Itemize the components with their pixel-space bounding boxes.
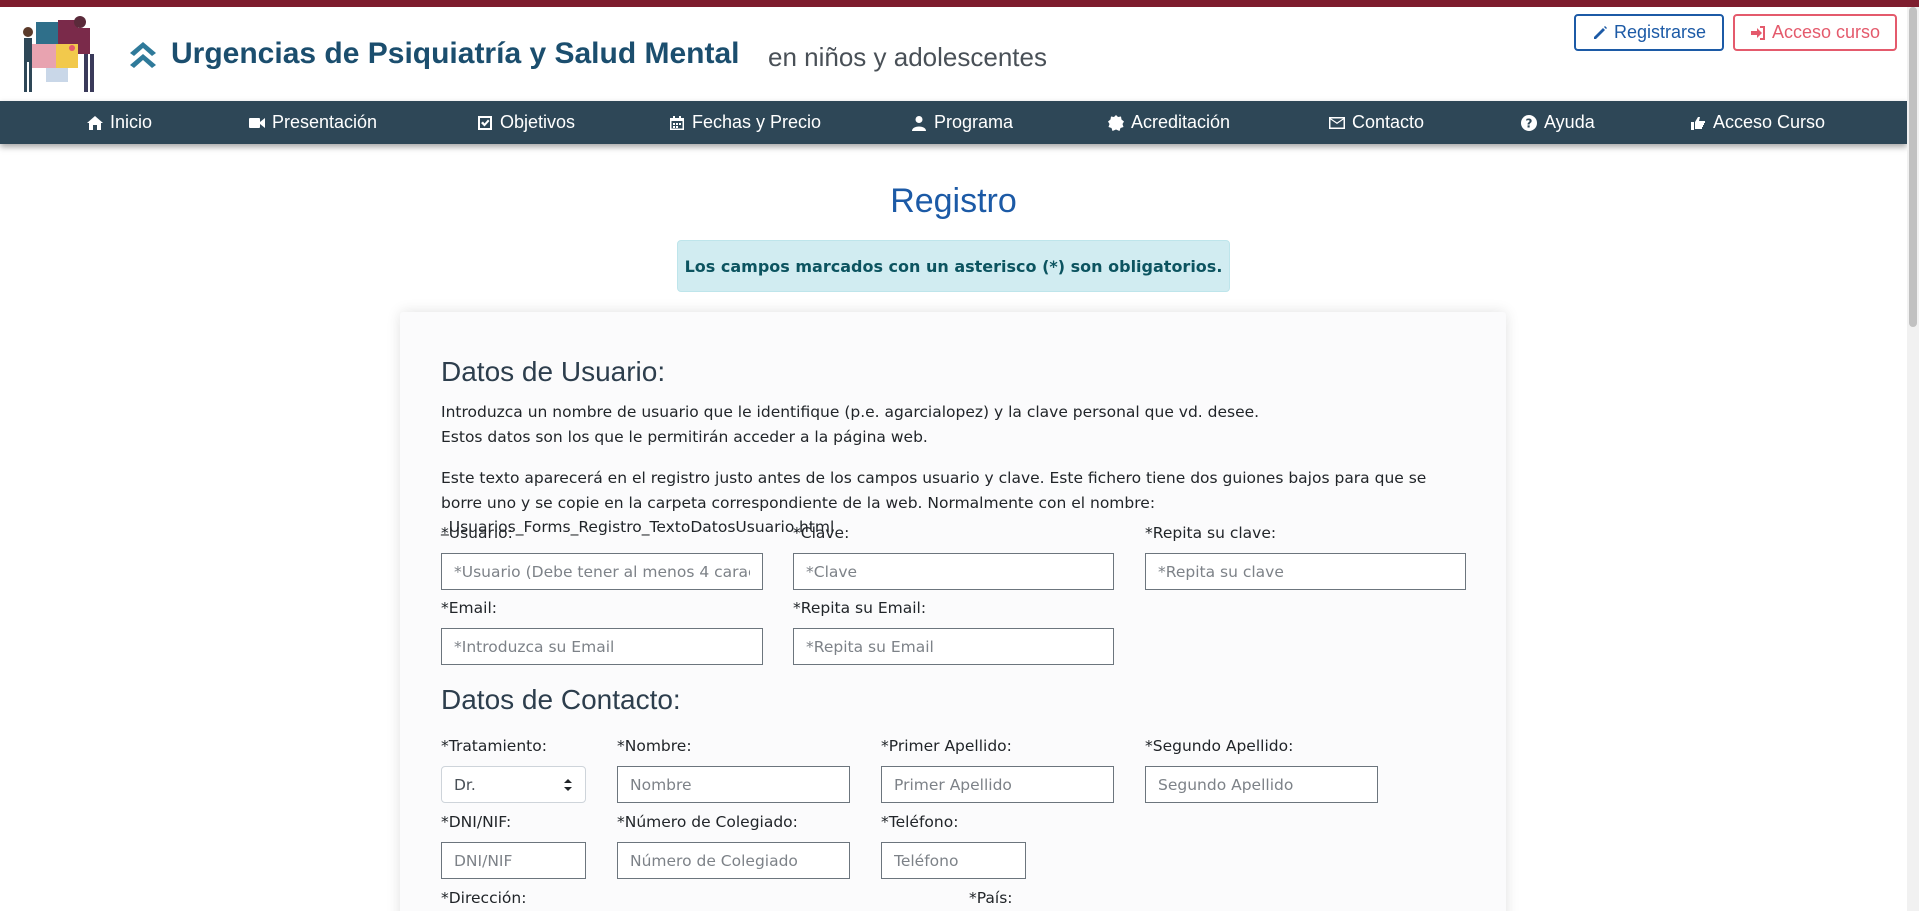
envelope-icon xyxy=(1329,116,1345,129)
tratamiento-selected-value: Dr. xyxy=(454,775,476,794)
sign-in-icon xyxy=(1750,25,1765,40)
primer-apellido-label: *Primer Apellido: xyxy=(881,737,1012,755)
nav-item-acceso-curso[interactable]: Acceso Curso xyxy=(1689,101,1825,144)
double-chevron-up-icon xyxy=(130,42,156,68)
email-input[interactable] xyxy=(441,628,763,665)
page-scrollbar[interactable] xyxy=(1907,7,1919,911)
nav-item-presentacion[interactable]: Presentación xyxy=(248,101,377,144)
nav-item-objetivos[interactable]: Objetivos xyxy=(476,101,575,144)
select-arrows-icon xyxy=(564,778,572,791)
nombre-label: *Nombre: xyxy=(617,737,692,755)
repita-email-input[interactable] xyxy=(793,628,1114,665)
clave-label: *Clave: xyxy=(793,524,850,542)
question-circle-icon: ? xyxy=(1521,114,1537,131)
nav-label: Objetivos xyxy=(500,112,576,132)
nav-label: Programa xyxy=(934,112,1014,132)
pencil-icon xyxy=(1593,25,1607,39)
nav-item-inicio[interactable]: Inicio xyxy=(86,101,152,144)
tratamiento-label: *Tratamiento: xyxy=(441,737,547,755)
top-accent-strip xyxy=(0,0,1919,7)
nav-label: Ayuda xyxy=(1544,112,1595,132)
pointer-hand-icon xyxy=(1691,116,1705,130)
segundo-apellido-input[interactable] xyxy=(1145,766,1378,803)
site-title[interactable]: Urgencias de Psiquiatría y Salud Mental xyxy=(171,37,740,71)
access-course-button-label: Acceso curso xyxy=(1771,22,1881,42)
intro-line-2: Estos datos son los que le permitirán ac… xyxy=(441,427,928,446)
user-data-heading: Datos de Usuario: xyxy=(441,356,666,387)
intro-line-1: Introduzca un nombre de usuario que le i… xyxy=(441,403,1260,421)
dni-label: *DNI/NIF: xyxy=(441,813,512,831)
nav-item-acreditacion[interactable]: Acreditación xyxy=(1107,101,1230,144)
badge-icon xyxy=(1108,114,1124,131)
site-header: Urgencias de Psiquiatría y Salud Mental … xyxy=(0,7,1907,101)
contact-data-heading: Datos de Contacto: xyxy=(441,684,681,715)
nav-item-contacto[interactable]: Contacto xyxy=(1328,101,1424,144)
nav-label: Inicio xyxy=(110,112,153,132)
main-navbar: Inicio Presentación Objetivos Fechas y P… xyxy=(0,101,1907,144)
register-button-label: Registrarse xyxy=(1613,22,1707,42)
svg-text:?: ? xyxy=(1526,116,1533,130)
usuario-input[interactable] xyxy=(441,553,763,590)
nav-label: Presentación xyxy=(272,112,378,132)
email-label: *Email: xyxy=(441,599,497,617)
required-fields-alert: Los campos marcados con un asterisco (*)… xyxy=(677,240,1230,292)
repita-clave-label: *Repita su clave: xyxy=(1145,524,1277,542)
video-camera-icon xyxy=(249,117,265,128)
home-icon xyxy=(87,115,103,130)
checkbox-icon xyxy=(478,115,492,130)
usuario-label: *Usuario: xyxy=(441,524,513,542)
telefono-label: *Teléfono: xyxy=(881,813,959,831)
site-subtitle: en niños y adolescentes xyxy=(768,42,1047,72)
nav-item-fechas-precio[interactable]: Fechas y Precio xyxy=(668,101,821,144)
direccion-label: *Dirección: xyxy=(441,889,527,907)
nav-item-ayuda[interactable]: ? Ayuda xyxy=(1520,101,1595,144)
primer-apellido-input[interactable] xyxy=(881,766,1114,803)
user-data-note: Este texto aparecerá en el registro just… xyxy=(441,469,1427,536)
clave-input[interactable] xyxy=(793,553,1114,590)
scrollbar-thumb[interactable] xyxy=(1909,7,1917,327)
puzzle-people-logo[interactable] xyxy=(18,12,106,96)
calendar-icon xyxy=(670,115,684,130)
colegiado-input[interactable] xyxy=(617,842,850,879)
nav-item-programa[interactable]: Programa xyxy=(910,101,1013,144)
nav-label: Acreditación xyxy=(1131,112,1231,132)
access-course-button[interactable]: Acceso curso xyxy=(1733,14,1897,51)
segundo-apellido-label: *Segundo Apellido: xyxy=(1145,737,1294,755)
tratamiento-select[interactable]: Dr. xyxy=(441,766,586,803)
user-icon xyxy=(912,115,926,131)
nav-label: Contacto xyxy=(1352,112,1425,132)
repita-clave-input[interactable] xyxy=(1145,553,1466,590)
nav-label: Acceso Curso xyxy=(1713,112,1826,132)
nav-label: Fechas y Precio xyxy=(692,112,822,132)
repita-email-label: *Repita su Email: xyxy=(793,599,927,617)
user-data-intro: Introduzca un nombre de usuario que le i… xyxy=(441,400,1471,449)
page-title: Registro xyxy=(890,182,1017,220)
nombre-input[interactable] xyxy=(617,766,850,803)
pais-label: *País: xyxy=(969,889,1013,907)
dni-input[interactable] xyxy=(441,842,586,879)
register-button[interactable]: Registrarse xyxy=(1574,14,1724,51)
telefono-input[interactable] xyxy=(881,842,1026,879)
colegiado-label: *Número de Colegiado: xyxy=(617,813,798,831)
